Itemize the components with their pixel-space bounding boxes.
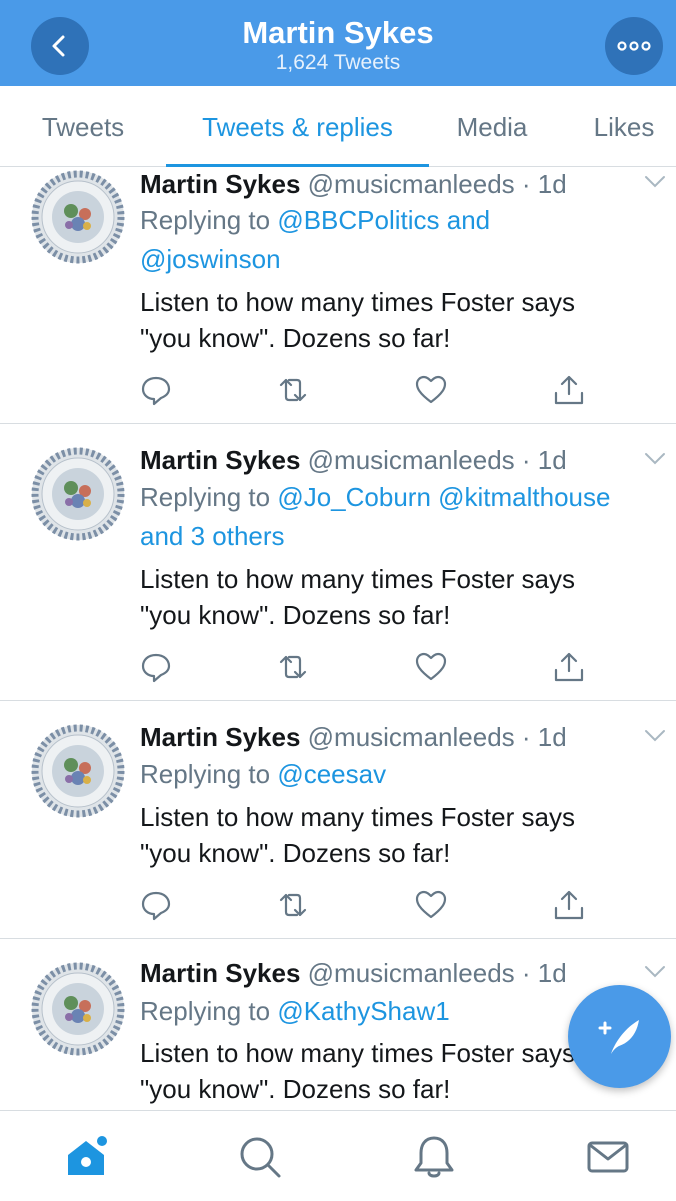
tweet-actions [0, 650, 676, 684]
author-handle[interactable]: @musicmanleeds [308, 958, 515, 988]
home-icon [68, 1136, 107, 1175]
tweet-text-line: "you know". Dozens so far! [140, 323, 451, 353]
retweet-icon[interactable] [276, 650, 310, 684]
replying-to-label: Replying to [140, 759, 278, 789]
tab-tweets[interactable]: Tweets [20, 86, 146, 166]
chevron-down-icon[interactable] [644, 729, 666, 743]
tweet-text-line: "you know". Dozens so far! [140, 600, 451, 630]
tweet-time: · 1d [521, 445, 567, 475]
tweet-time: · 1d [521, 169, 567, 199]
profile-header: Martin Sykes 1,624 Tweets [0, 0, 676, 86]
plate-avatar-icon [31, 447, 125, 541]
profile-tabs: Tweets Tweets & replies Media Likes [0, 86, 676, 167]
avatar[interactable] [31, 724, 125, 818]
retweet-icon[interactable] [276, 373, 310, 407]
author-handle[interactable]: @musicmanleeds [308, 169, 515, 199]
tweet-text: Listen to how many times Foster says "yo… [140, 799, 640, 871]
plate-avatar-icon [31, 724, 125, 818]
tweet-item[interactable]: Martin Sykes @musicmanleeds · 1d Replyin… [0, 424, 676, 701]
nav-home[interactable] [64, 1133, 112, 1181]
reply-icon[interactable] [139, 650, 173, 684]
tweet-text: Listen to how many times Foster says "yo… [140, 1035, 640, 1107]
author-handle[interactable]: @musicmanleeds [308, 445, 515, 475]
replying-to-label: Replying to [140, 205, 278, 235]
avatar[interactable] [31, 170, 125, 264]
tweet-text-line: Listen to how many times Foster says [140, 564, 575, 594]
tweet-text-line: Listen to how many times Foster says [140, 1038, 575, 1068]
reply-mention-link[interactable]: @BBCPolitics and [277, 205, 490, 235]
chevron-down-icon[interactable] [644, 452, 666, 466]
reply-context: Replying to @BBCPolitics and @joswinson [140, 201, 660, 279]
like-icon[interactable] [414, 888, 448, 922]
reply-icon[interactable] [139, 373, 173, 407]
tweet-header: Martin Sykes @musicmanleeds · 1d [140, 445, 567, 475]
avatar[interactable] [31, 447, 125, 541]
author-name[interactable]: Martin Sykes [140, 169, 300, 199]
share-icon[interactable] [552, 650, 586, 684]
retweet-icon[interactable] [276, 888, 310, 922]
search-icon [240, 1137, 281, 1178]
share-icon[interactable] [552, 888, 586, 922]
author-name[interactable]: Martin Sykes [140, 722, 300, 752]
more-horizontal-icon [617, 41, 651, 51]
profile-name-title: Martin Sykes [242, 15, 434, 50]
tweet-actions [0, 373, 676, 407]
avatar[interactable] [31, 962, 125, 1056]
messages-icon [587, 1141, 629, 1173]
tweet-time: · 1d [521, 958, 567, 988]
tweet-text: Listen to how many times Foster says "yo… [140, 284, 640, 356]
author-name[interactable]: Martin Sykes [140, 958, 300, 988]
tweet-text: Listen to how many times Foster says "yo… [140, 561, 640, 633]
like-icon[interactable] [414, 373, 448, 407]
tab-tweets-and-replies[interactable]: Tweets & replies [166, 86, 429, 166]
more-options-button[interactable] [605, 17, 663, 75]
tweet-header: Martin Sykes @musicmanleeds · 1d [140, 722, 567, 752]
reply-context: Replying to @ceesav [140, 755, 660, 794]
tweet-header: Martin Sykes @musicmanleeds · 1d [140, 169, 567, 199]
replying-to-label: Replying to [140, 996, 278, 1026]
author-name[interactable]: Martin Sykes [140, 445, 300, 475]
replying-to-label: Replying to [140, 482, 278, 512]
tab-media[interactable]: Media [440, 86, 544, 166]
tweet-text-line: "you know". Dozens so far! [140, 1074, 451, 1104]
like-icon[interactable] [414, 650, 448, 684]
chevron-down-icon[interactable] [644, 965, 666, 979]
reply-mention-link[interactable]: @joswinson [140, 244, 281, 274]
tweet-header: Martin Sykes @musicmanleeds · 1d [140, 958, 567, 988]
tweet-count: 1,624 Tweets [275, 51, 401, 74]
chevron-down-icon[interactable] [644, 175, 666, 189]
share-icon[interactable] [552, 373, 586, 407]
nav-search[interactable] [236, 1133, 284, 1181]
tweet-text-line: Listen to how many times Foster says [140, 802, 575, 832]
tweet-actions [0, 888, 676, 922]
reply-icon[interactable] [139, 888, 173, 922]
tweet-text-line: Listen to how many times Foster says [140, 287, 575, 317]
compose-tweet-icon [598, 1019, 639, 1054]
tweet-text-line: "you know". Dozens so far! [140, 838, 451, 868]
author-handle[interactable]: @musicmanleeds [308, 722, 515, 752]
tweet-item[interactable]: Martin Sykes @musicmanleeds · 1d Replyin… [0, 701, 676, 939]
tweet-time: · 1d [521, 722, 567, 752]
reply-mention-link[interactable]: @KathyShaw1 [277, 996, 449, 1026]
reply-context: Replying to @Jo_Coburn @kitmalthouse and… [140, 478, 670, 556]
notifications-icon [414, 1136, 454, 1178]
compose-tweet-button[interactable] [568, 985, 671, 1088]
tweet-item[interactable]: Martin Sykes @musicmanleeds · 1d Replyin… [0, 167, 676, 424]
tab-likes[interactable]: Likes [576, 86, 672, 166]
plate-avatar-icon [31, 962, 125, 1056]
reply-mention-link[interactable]: @ceesav [277, 759, 386, 789]
nav-notifications[interactable] [410, 1133, 458, 1181]
reply-others-link[interactable]: and 3 others [140, 521, 285, 551]
reply-mention-link[interactable]: @Jo_Coburn @kitmalthouse [277, 482, 610, 512]
nav-messages[interactable] [584, 1133, 632, 1181]
bottom-navigation [0, 1110, 676, 1201]
plate-avatar-icon [31, 170, 125, 264]
